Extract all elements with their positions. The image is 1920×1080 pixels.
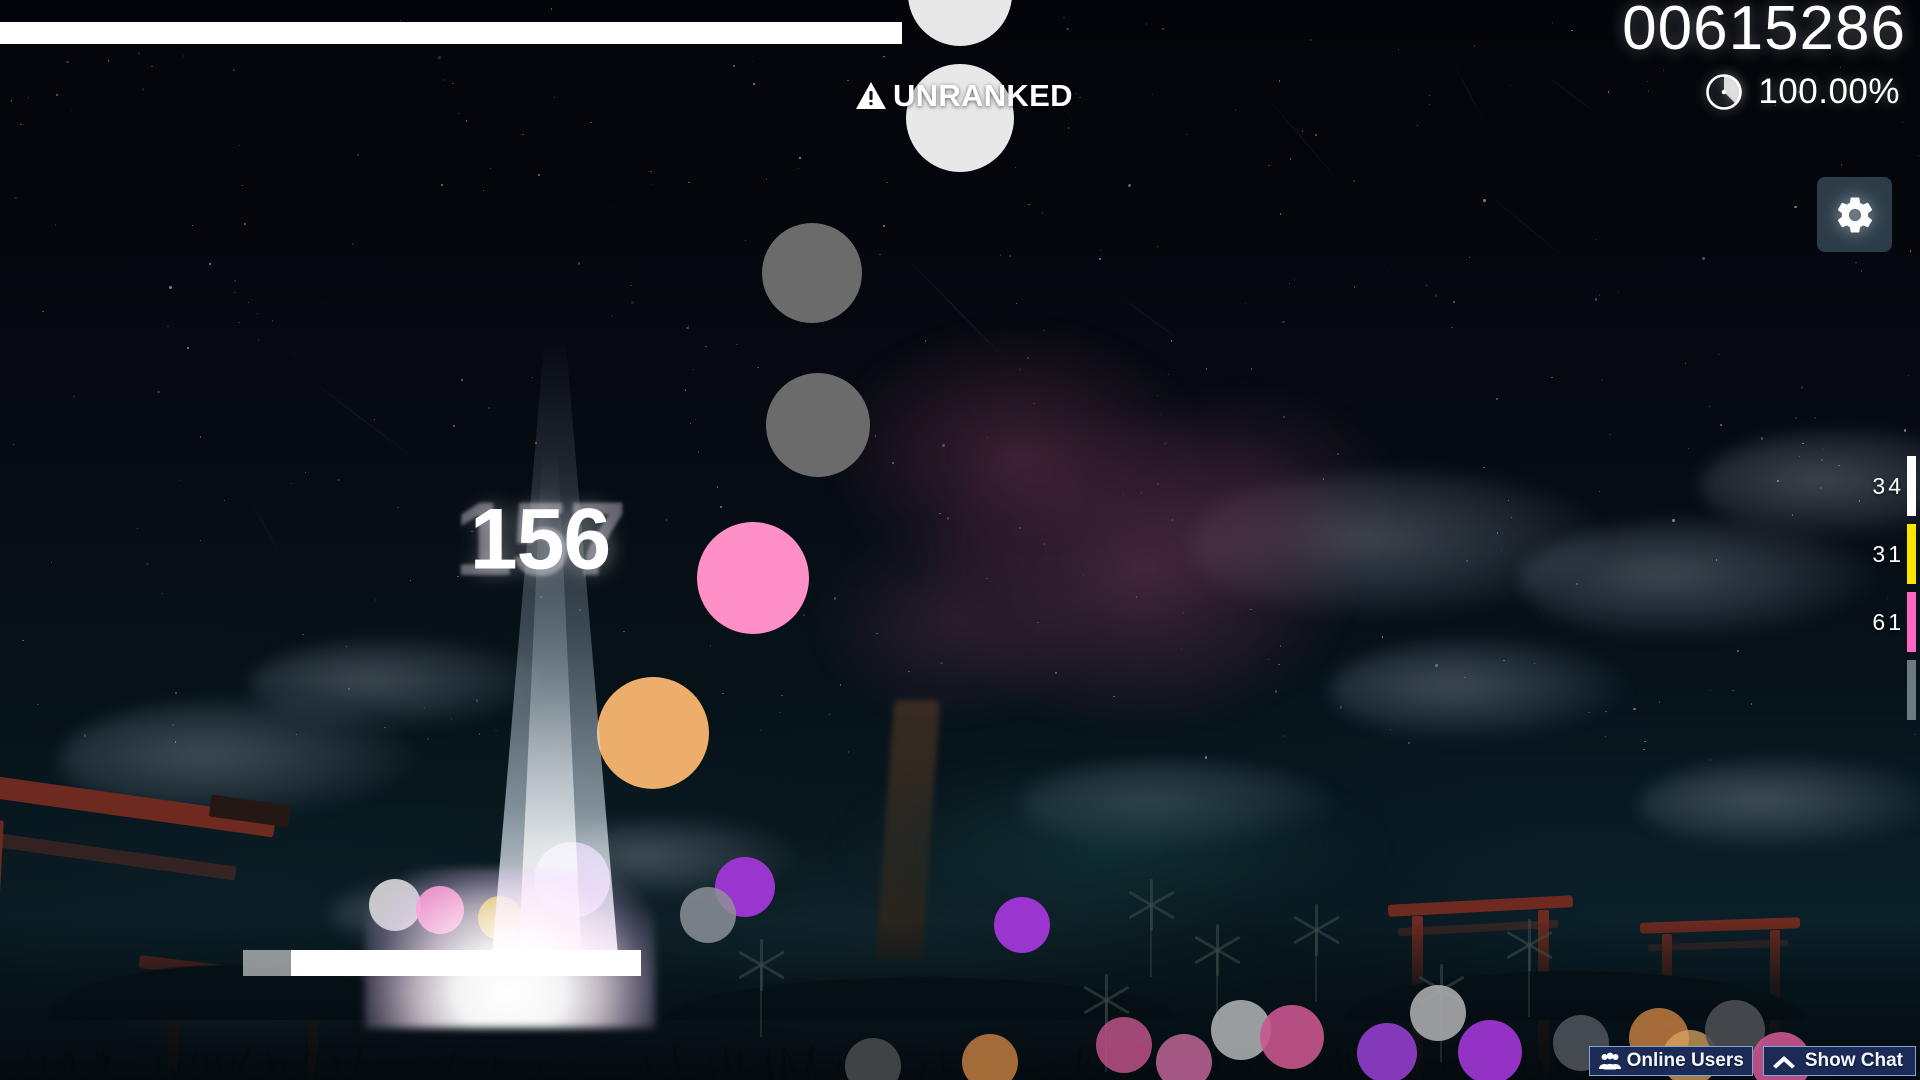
judgement-count-marvelous: 34 bbox=[1872, 472, 1904, 499]
pinwheel-blade bbox=[738, 950, 763, 967]
online-users-label: Online Users bbox=[1626, 1050, 1744, 1071]
note-circle bbox=[762, 223, 862, 323]
judgement-row-good bbox=[1800, 656, 1920, 724]
note-circle bbox=[1410, 985, 1466, 1041]
pinwheel bbox=[1083, 974, 1130, 1072]
note-circle bbox=[680, 887, 736, 943]
note-circle bbox=[994, 897, 1050, 953]
judgement-bar-perfect bbox=[1907, 524, 1916, 584]
judgement-row-marvelous: 34 bbox=[1800, 452, 1920, 520]
pinwheel-blade bbox=[1216, 950, 1219, 976]
unranked-label: UNRANKED bbox=[893, 78, 1073, 113]
judgement-bar-great bbox=[1907, 592, 1916, 652]
note-circle bbox=[1357, 1023, 1417, 1080]
pinwheel-blade bbox=[1293, 915, 1318, 932]
judgement-row-great: 61 bbox=[1800, 588, 1920, 656]
accuracy-row: 100.00% bbox=[1622, 72, 1906, 112]
pinwheel-blade bbox=[1216, 948, 1241, 965]
pinwheel-blade bbox=[1150, 905, 1153, 931]
pinwheel-blade bbox=[1528, 945, 1531, 971]
judgement-counter-panel: 34 31 61 bbox=[1800, 452, 1920, 724]
chevron-up-icon bbox=[1772, 1056, 1795, 1069]
pinwheel-blade bbox=[1315, 928, 1340, 945]
judgement-count-great: 61 bbox=[1872, 608, 1904, 635]
warning-triangle-icon bbox=[856, 82, 886, 109]
pinwheel bbox=[1506, 919, 1553, 1017]
judgement-count-perfect: 31 bbox=[1872, 540, 1904, 567]
online-users-button[interactable]: Online Users bbox=[1588, 1046, 1753, 1076]
people-group-icon bbox=[1598, 1052, 1621, 1070]
note-circle bbox=[1458, 1020, 1522, 1080]
pinwheel-blade bbox=[1083, 985, 1108, 1002]
pinwheel-blade bbox=[1150, 903, 1175, 920]
pinwheel-blade bbox=[1194, 935, 1219, 952]
note-circle bbox=[1096, 1017, 1152, 1073]
pinwheel bbox=[1128, 879, 1175, 977]
health-bar bbox=[243, 950, 641, 976]
pinwheel bbox=[1293, 904, 1340, 1002]
note-circle bbox=[697, 522, 809, 634]
pinwheel bbox=[738, 939, 785, 1037]
combo-current-value: 156 bbox=[469, 491, 611, 588]
pinwheel-blade bbox=[760, 963, 785, 980]
settings-button[interactable] bbox=[1817, 177, 1892, 252]
hit-burst-glow bbox=[365, 868, 655, 1028]
bottom-chat-bar: Online Users Show Chat bbox=[1588, 1046, 1916, 1076]
pinwheel-blade bbox=[1528, 943, 1553, 960]
note-circle bbox=[1260, 1005, 1324, 1069]
show-chat-button[interactable]: Show Chat bbox=[1762, 1046, 1916, 1076]
pinwheel-blade bbox=[760, 965, 763, 991]
pinwheel-blade bbox=[1293, 928, 1318, 945]
pinwheel-blade bbox=[1506, 930, 1531, 947]
pinwheel-blade bbox=[1315, 930, 1318, 956]
pinwheel-blade bbox=[1194, 948, 1219, 965]
judgement-bar-marvelous bbox=[1907, 456, 1916, 516]
gear-icon bbox=[1837, 196, 1872, 232]
judgement-row-perfect: 31 bbox=[1800, 520, 1920, 588]
score-panel: 00615286 100.00% bbox=[1622, 0, 1906, 112]
pinwheel-blade bbox=[1083, 998, 1108, 1015]
pinwheel-blade bbox=[1506, 943, 1531, 960]
health-bar-fill bbox=[290, 950, 641, 976]
show-chat-label: Show Chat bbox=[1804, 1050, 1903, 1071]
score-value: 00615286 bbox=[1622, 0, 1906, 63]
combo-counter: 157 156 bbox=[400, 480, 680, 600]
pinwheel-blade bbox=[1128, 903, 1153, 920]
note-circle bbox=[597, 677, 709, 789]
pinwheel-blade bbox=[1128, 890, 1153, 907]
pinwheel bbox=[1194, 924, 1241, 1022]
pinwheel-blade bbox=[1105, 998, 1130, 1015]
game-viewport: 157 156 00615286 100.00% UNRANKED 34 31 … bbox=[0, 0, 1920, 1080]
judgement-bar-good bbox=[1907, 660, 1916, 720]
note-circle bbox=[766, 373, 870, 477]
unranked-badge: UNRANKED bbox=[855, 78, 1073, 114]
song-progress-fill bbox=[0, 22, 903, 44]
accuracy-pie-icon bbox=[1706, 74, 1743, 110]
pinwheel-blade bbox=[738, 963, 763, 980]
accuracy-value: 100.00% bbox=[1758, 72, 1900, 111]
